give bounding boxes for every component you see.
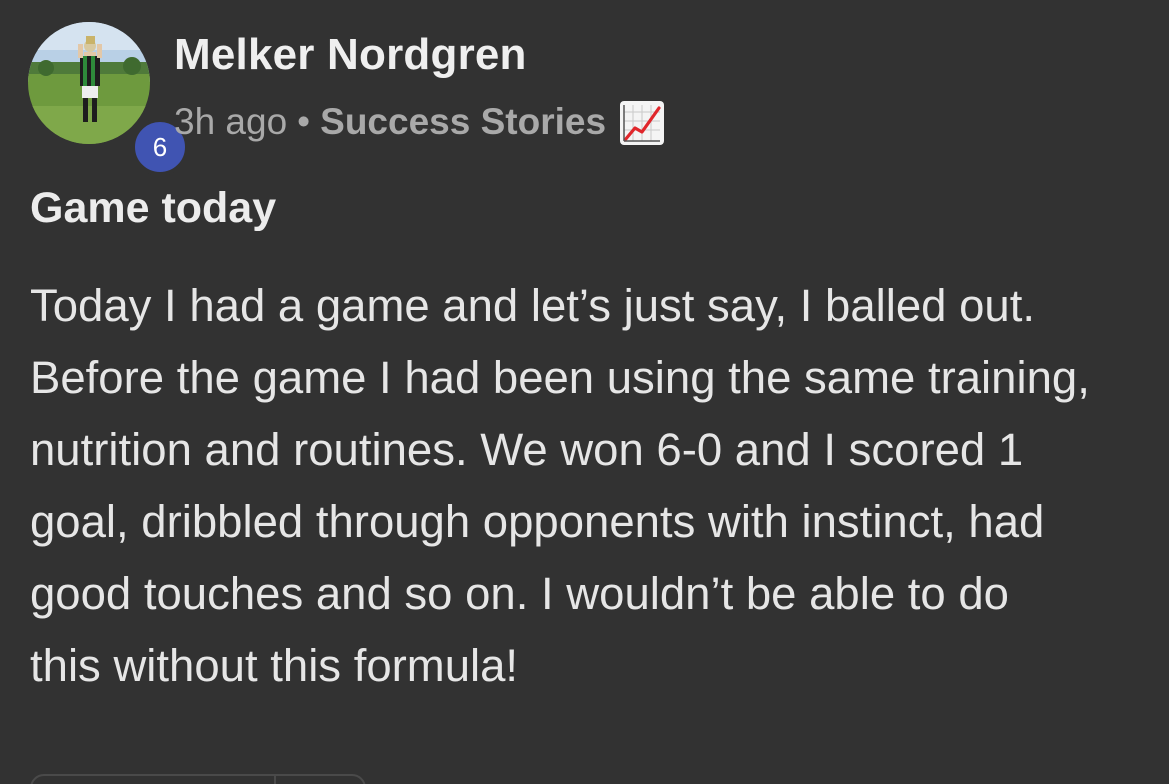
post-card: 6 Melker Nordgren 3h ago • Success Stori… bbox=[0, 0, 1169, 784]
post-body-line: Today I had a game and let’s just say, I… bbox=[30, 280, 1035, 331]
post-body-line: goal, dribbled through opponents with in… bbox=[30, 496, 1045, 547]
author-name[interactable]: Melker Nordgren bbox=[174, 30, 527, 80]
category-link[interactable]: Success Stories bbox=[320, 101, 606, 143]
post-meta: 3h ago • Success Stories bbox=[174, 100, 665, 145]
post-timestamp: 3h ago bbox=[174, 101, 288, 142]
comment-button[interactable] bbox=[276, 776, 364, 784]
avatar-photo bbox=[28, 22, 150, 144]
meta-separator: • bbox=[297, 101, 311, 142]
post-action-bar bbox=[30, 774, 366, 784]
post-body-line: Before the game I had been using the sam… bbox=[30, 352, 1090, 403]
post-body-line: nutrition and routines. We won 6-0 and I… bbox=[30, 424, 1024, 475]
author-avatar-container[interactable]: 6 bbox=[28, 22, 189, 176]
post-body: Today I had a game and let’s just say, I… bbox=[30, 270, 1150, 702]
avatar[interactable] bbox=[28, 22, 150, 144]
post-body-line: this without this formula! bbox=[30, 640, 519, 691]
chart-increasing-icon bbox=[620, 101, 665, 145]
post-title: Game today bbox=[30, 184, 277, 232]
like-button[interactable] bbox=[32, 776, 276, 784]
post-body-line: good touches and so on. I wouldn’t be ab… bbox=[30, 568, 1009, 619]
